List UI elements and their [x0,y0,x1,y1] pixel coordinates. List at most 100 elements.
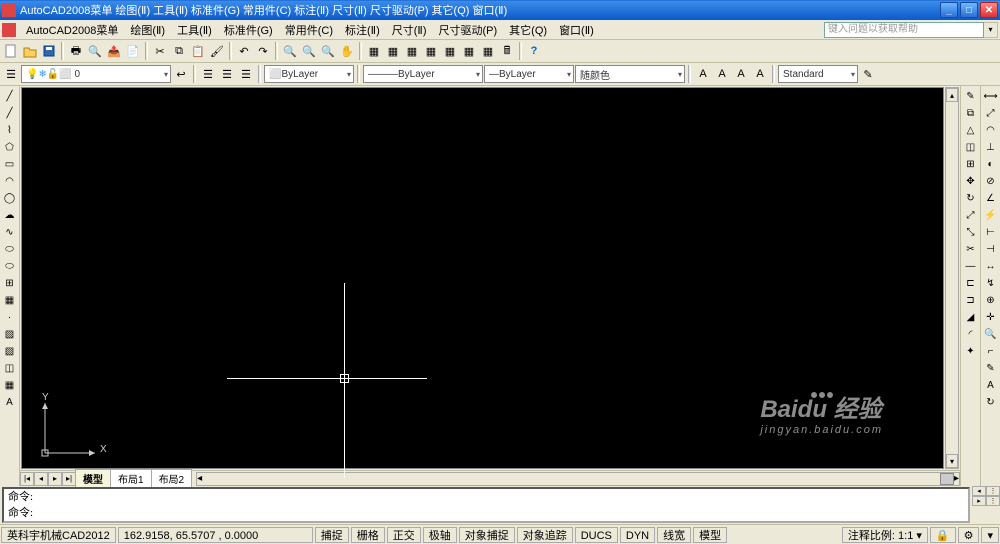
dim-space-icon[interactable]: ↔ [983,258,999,274]
dimtedit-icon[interactable]: A [983,377,999,393]
layer-x-icon[interactable]: ☰ [237,65,255,83]
cmd-scroll-right-icon[interactable]: ▸ [972,496,986,506]
polygon-icon[interactable]: ⬠ [2,139,18,155]
erase-icon[interactable]: ✎ [963,88,979,104]
linetype-dropdown[interactable]: ——— ByLayer [363,65,483,83]
dimupdate-icon[interactable]: ↻ [983,394,999,410]
arc-icon[interactable]: ◠ [2,173,18,189]
mirror-icon[interactable]: △ [963,122,979,138]
dim-ord-icon[interactable]: ⊥ [983,139,999,155]
trim-icon[interactable]: ✂ [963,241,979,257]
insert-icon[interactable]: ⊞ [2,275,18,291]
layer-states-icon[interactable]: ☰ [199,65,217,83]
tool4-icon[interactable]: ▦ [422,42,440,60]
dim-aligned-icon[interactable]: ⤢ [983,105,999,121]
textstyle-btn-icon[interactable]: ✎ [859,65,877,83]
dim-ang-icon[interactable]: ∠ [983,190,999,206]
status-grid[interactable]: 栅格 [351,527,385,543]
help-dropdown-icon[interactable]: ▾ [984,22,998,38]
tab-layout2[interactable]: 布局2 [151,469,193,488]
scroll-up-icon[interactable]: ▴ [946,88,958,102]
table-icon[interactable]: ▦ [2,377,18,393]
menu-draw[interactable]: 绘图(Ⅱ) [124,20,171,40]
chamfer-icon[interactable]: ◢ [963,309,979,325]
dim-quick-icon[interactable]: ⚡ [983,207,999,223]
status-dyn[interactable]: DYN [620,527,655,543]
block-icon[interactable]: ▦ [2,292,18,308]
tool6-icon[interactable]: ▦ [460,42,478,60]
explode-icon[interactable]: ✦ [963,343,979,359]
copy-modify-icon[interactable]: ⧉ [963,105,979,121]
redo-icon[interactable]: ↷ [254,42,272,60]
minimize-button[interactable]: _ [940,2,958,18]
plot-preview-icon[interactable]: 🔍 [86,42,104,60]
command-input[interactable]: 命令: [4,505,968,521]
xline-icon[interactable]: ╱ [2,105,18,121]
ellipse-icon[interactable]: ⬭ [2,241,18,257]
fillet-icon[interactable]: ◜ [963,326,979,342]
dim-t1-icon[interactable]: A [694,65,712,83]
tolerance-icon[interactable]: ⊕ [983,292,999,308]
dim-base-icon[interactable]: ⊢ [983,224,999,240]
status-lwt[interactable]: 线宽 [657,527,691,543]
scale-icon[interactable]: ⤢ [963,207,979,223]
status-model[interactable]: 模型 [693,527,727,543]
tool1-icon[interactable]: ▦ [365,42,383,60]
status-polar[interactable]: 极轴 [423,527,457,543]
plotstyle-dropdown[interactable]: 随颜色 [575,65,685,83]
tool5-icon[interactable]: ▦ [441,42,459,60]
menu-annotate[interactable]: 标注(Ⅱ) [339,20,386,40]
spline-icon[interactable]: ∿ [2,224,18,240]
ellipsearc-icon[interactable]: ⬭ [2,258,18,274]
menu-tools[interactable]: 工具(Ⅱ) [171,20,218,40]
dim-dia-icon[interactable]: ⊘ [983,173,999,189]
scroll-right-icon[interactable]: ▸ [954,473,959,485]
dimedit-icon[interactable]: ✎ [983,360,999,376]
maximize-button[interactable]: □ [960,2,978,18]
jog-icon[interactable]: ⌐ [983,343,999,359]
zoom-realtime-icon[interactable]: 🔍 [281,42,299,60]
tab-first-icon[interactable]: |◂ [20,472,34,486]
dim-cont-icon[interactable]: ⊣ [983,241,999,257]
offset-icon[interactable]: ◫ [963,139,979,155]
tab-prev-icon[interactable]: ◂ [34,472,48,486]
stretch-icon[interactable]: ⤡ [963,224,979,240]
undo-icon[interactable]: ↶ [235,42,253,60]
gradient-icon[interactable]: ▧ [2,343,18,359]
color-dropdown[interactable]: ⬜ ByLayer [264,65,354,83]
inspect-icon[interactable]: 🔍 [983,326,999,342]
dim-linear-icon[interactable]: ⟷ [983,88,999,104]
publish-icon[interactable]: 📤 [105,42,123,60]
cmd-grip-icon[interactable]: ⋮ [986,486,1000,496]
line-icon[interactable]: ╱ [2,88,18,104]
menu-dimdrive[interactable]: 尺寸驱动(P) [433,20,504,40]
layer-prev-icon[interactable]: ↩ [172,65,190,83]
rectangle-icon[interactable]: ▭ [2,156,18,172]
open-icon[interactable] [21,42,39,60]
region-icon[interactable]: ◫ [2,360,18,376]
tool2-icon[interactable]: ▦ [384,42,402,60]
dim-break-icon[interactable]: ↯ [983,275,999,291]
tab-model[interactable]: 模型 [75,469,111,488]
copy-icon[interactable]: ⧉ [170,42,188,60]
close-button[interactable]: ✕ [980,2,998,18]
help-search-input[interactable]: 键入问题以获取帮助 [824,22,984,38]
circle-icon[interactable]: ◯ [2,190,18,206]
tab-layout1[interactable]: 布局1 [110,469,152,488]
sheet-icon[interactable]: 📄 [124,42,142,60]
status-osnap[interactable]: 对象捕捉 [459,527,515,543]
dim-t3-icon[interactable]: A [732,65,750,83]
extend-icon[interactable]: — [963,258,979,274]
status-tray-icon[interactable]: ▾ [981,527,999,543]
dim-t4-icon[interactable]: A [751,65,769,83]
menu-dim[interactable]: 尺寸(Ⅱ) [386,20,433,40]
break-icon[interactable]: ⊏ [963,275,979,291]
status-coords[interactable]: 162.9158, 65.5707 , 0.0000 [118,527,313,543]
match-icon[interactable]: 🖌 [208,42,226,60]
rotate-icon[interactable]: ↻ [963,190,979,206]
help-icon[interactable]: ? [525,42,543,60]
layer-iso-icon[interactable]: ☰ [218,65,236,83]
horizontal-scrollbar[interactable]: ◂ ▸ [196,472,960,486]
pan-icon[interactable]: ✋ [338,42,356,60]
drawing-canvas[interactable]: Y X Baidu 经验 jingyan.baidu.com [21,87,944,469]
